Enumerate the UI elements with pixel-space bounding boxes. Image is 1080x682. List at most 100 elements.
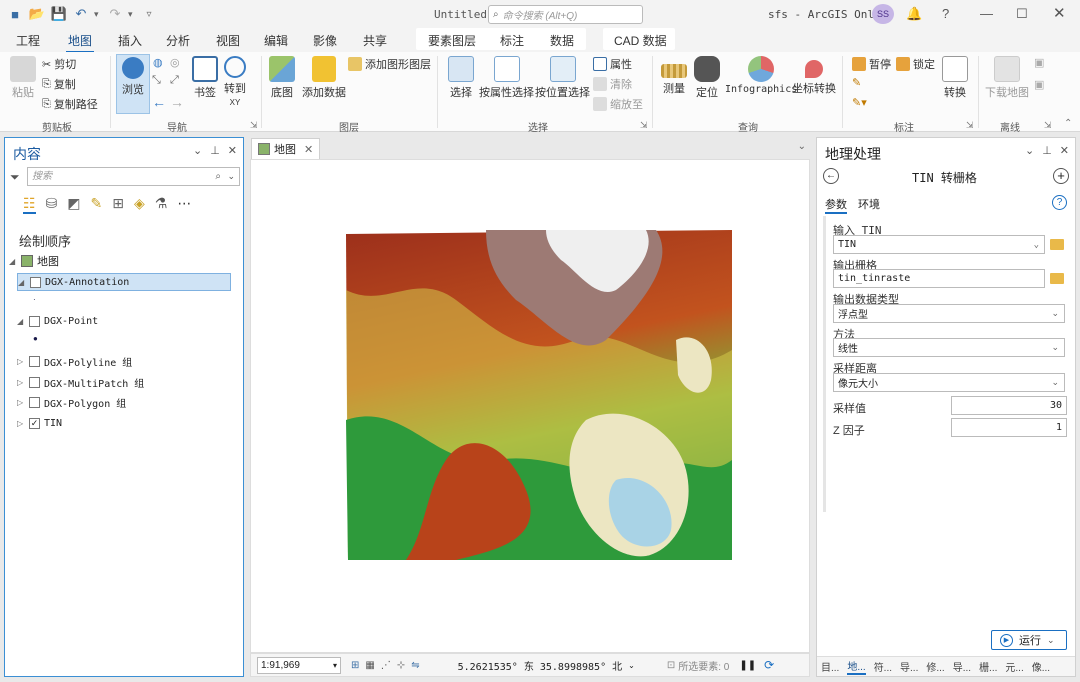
fixed-zoom-icon[interactable]: ◎ bbox=[170, 56, 180, 69]
paste-button[interactable]: 粘贴 bbox=[10, 56, 36, 100]
tab-edit[interactable]: 编辑 bbox=[264, 32, 288, 49]
sample-value-input[interactable]: 30 bbox=[951, 396, 1067, 415]
tab-parameters[interactable]: 参数 bbox=[825, 196, 847, 214]
copy-path-button[interactable]: ⎘ 复制路径 bbox=[42, 96, 98, 112]
map-root-item[interactable]: ◢ 地图 bbox=[9, 252, 59, 270]
remove-offline-icon[interactable]: ▣ bbox=[1034, 78, 1044, 91]
scale-selector[interactable]: 1:91,969 ▾ bbox=[257, 656, 341, 674]
pane-close-icon[interactable]: ✕ bbox=[1060, 144, 1069, 157]
tab-imagery[interactable]: 影像 bbox=[313, 32, 337, 49]
bottom-tab[interactable]: 地... bbox=[847, 658, 866, 675]
layer-item[interactable]: ◢ DGX-Point bbox=[17, 312, 98, 330]
map-canvas[interactable] bbox=[250, 159, 810, 653]
tab-feature-layer[interactable]: 要素图层 bbox=[428, 32, 476, 49]
save-icon[interactable]: 💾 bbox=[50, 5, 68, 23]
close-tab-icon[interactable]: ✕ bbox=[304, 143, 313, 156]
infographics-button[interactable]: Infographics bbox=[725, 56, 797, 95]
more-icon[interactable]: ⋯ bbox=[177, 195, 191, 214]
tab-map-view[interactable]: 地图 ✕ bbox=[251, 138, 321, 159]
back-icon[interactable]: ← bbox=[152, 94, 166, 110]
layer-visibility-checkbox[interactable] bbox=[29, 315, 40, 327]
chevron-down-icon[interactable]: ⌄ bbox=[1047, 635, 1055, 646]
goto-xy-button[interactable]: 转到 XY bbox=[224, 56, 246, 108]
attributes-button[interactable]: 属性 bbox=[593, 56, 632, 72]
undo-icon[interactable]: ↶ bbox=[72, 5, 90, 23]
close-icon[interactable]: ✕ bbox=[1053, 4, 1066, 22]
layer-visibility-checkbox[interactable] bbox=[30, 276, 41, 288]
redo-dropdown-icon[interactable]: ▾ bbox=[128, 9, 136, 20]
output-raster-field[interactable]: tin_tinraste bbox=[833, 269, 1045, 288]
zoom-out-fixed-icon[interactable]: ⤢ bbox=[170, 74, 179, 87]
run-button[interactable]: ▶ 运行 ⌄ bbox=[991, 630, 1067, 650]
expand-icon[interactable]: ◢ bbox=[9, 257, 17, 266]
correction-icon[interactable]: ⇋ bbox=[411, 660, 419, 671]
pane-menu-icon[interactable]: ⌄ bbox=[193, 144, 202, 157]
pane-close-icon[interactable]: ✕ bbox=[228, 144, 237, 157]
minimize-icon[interactable]: — bbox=[980, 6, 993, 21]
input-tin-field[interactable]: TIN ⌄ bbox=[833, 235, 1045, 254]
draw-order-icon[interactable]: ☷ bbox=[23, 195, 36, 214]
explore-button[interactable]: 浏览 bbox=[116, 54, 150, 114]
pin-icon[interactable]: ⊥ bbox=[1042, 144, 1052, 157]
layer-item[interactable]: ▷ DGX-Polygon 组 bbox=[17, 393, 126, 411]
convert-labels-button[interactable]: 转换 bbox=[942, 56, 968, 100]
forward-icon[interactable]: → bbox=[170, 94, 184, 110]
sampling-select[interactable]: 像元大小 ⌄ bbox=[833, 373, 1065, 392]
notification-icon[interactable]: 🔔 bbox=[906, 6, 922, 22]
folder-icon[interactable] bbox=[1050, 273, 1064, 284]
sync-icon[interactable]: ▣ bbox=[1034, 56, 1044, 69]
convert-coordinates-button[interactable]: 坐标转换 bbox=[792, 56, 836, 96]
bookmarks-button[interactable]: 书签 bbox=[192, 56, 218, 100]
locate-button[interactable]: 定位 bbox=[694, 56, 720, 100]
bottom-tab[interactable]: 元... bbox=[1005, 659, 1023, 674]
bottom-tab[interactable]: 修... bbox=[926, 659, 944, 674]
download-map-button[interactable]: 下载地图 bbox=[985, 56, 1029, 100]
pin-icon[interactable]: ⊥ bbox=[210, 144, 220, 157]
avatar[interactable]: SS bbox=[872, 4, 894, 24]
layer-item[interactable]: ▷ DGX-Polyline 组 bbox=[17, 352, 132, 370]
tab-data[interactable]: 数据 bbox=[550, 32, 574, 49]
copy-button[interactable]: ⎘ 复制 bbox=[42, 76, 76, 92]
bottom-tab[interactable]: 导... bbox=[953, 659, 971, 674]
bottom-tab[interactable]: 像... bbox=[1032, 659, 1050, 674]
perspective-view-icon[interactable]: ⚗ bbox=[155, 195, 168, 214]
data-source-icon[interactable]: ⛁ bbox=[46, 195, 58, 214]
scale-options-icon[interactable]: ⊞ bbox=[351, 660, 359, 671]
layer-visibility-checkbox[interactable]: ✓ bbox=[29, 417, 40, 429]
help-icon[interactable]: ? bbox=[1052, 195, 1067, 210]
zoom-to-selection-button[interactable]: 缩放至 bbox=[593, 96, 643, 112]
command-search-input[interactable]: ⌕ 命令搜索 (Alt+Q) bbox=[488, 5, 643, 24]
lock-labels-button[interactable]: 锁定 bbox=[896, 56, 935, 72]
layer-visibility-checkbox[interactable] bbox=[29, 396, 40, 408]
layer-item[interactable]: ▷ DGX-MultiPatch 组 bbox=[17, 373, 144, 391]
undo-dropdown-icon[interactable]: ▾ bbox=[94, 9, 102, 20]
open-icon[interactable]: 📂 bbox=[28, 5, 46, 23]
layer-item[interactable]: ▷ ✓ TIN bbox=[17, 414, 62, 432]
tab-view[interactable]: 视图 bbox=[216, 32, 240, 49]
add-data-button[interactable]: 添加数据 bbox=[302, 56, 346, 100]
tab-share[interactable]: 共享 bbox=[363, 32, 387, 49]
bottom-tab[interactable]: 栅... bbox=[979, 659, 997, 674]
collapse-ribbon-icon[interactable]: ⌃ bbox=[1064, 118, 1072, 129]
layer-item[interactable]: ◢ DGX-Annotation bbox=[17, 273, 231, 291]
constraints-icon[interactable]: ⊹ bbox=[397, 660, 405, 671]
full-extent-icon[interactable]: ◍ bbox=[153, 56, 163, 69]
collapse-icon[interactable]: ◢ bbox=[18, 278, 26, 287]
bottom-tab[interactable]: 目... bbox=[821, 659, 839, 674]
pause-labels-button[interactable]: 暂停 bbox=[852, 56, 891, 72]
selection-launcher-icon[interactable]: ⇲ bbox=[640, 120, 648, 131]
coordinate-format-icon[interactable]: ⌄ bbox=[628, 661, 635, 670]
layer-visibility-checkbox[interactable] bbox=[29, 376, 40, 388]
tab-environments[interactable]: 环境 bbox=[858, 196, 880, 212]
bottom-tab[interactable]: 导... bbox=[900, 659, 918, 674]
expand-icon[interactable]: ▷ bbox=[17, 398, 25, 407]
snapping-icon[interactable]: ⋰ bbox=[381, 660, 391, 671]
selection-view-icon[interactable]: ◩ bbox=[67, 195, 80, 214]
grid-icon[interactable]: ▦ bbox=[365, 660, 374, 671]
add-icon[interactable]: + bbox=[1053, 168, 1069, 184]
zoom-in-fixed-icon[interactable]: ⤡ bbox=[152, 74, 161, 87]
bottom-tab[interactable]: 符... bbox=[874, 659, 892, 674]
basemap-button[interactable]: 底图 bbox=[269, 56, 295, 100]
expand-icon[interactable]: ▷ bbox=[17, 357, 25, 366]
tab-labeling[interactable]: 标注 bbox=[500, 32, 524, 49]
